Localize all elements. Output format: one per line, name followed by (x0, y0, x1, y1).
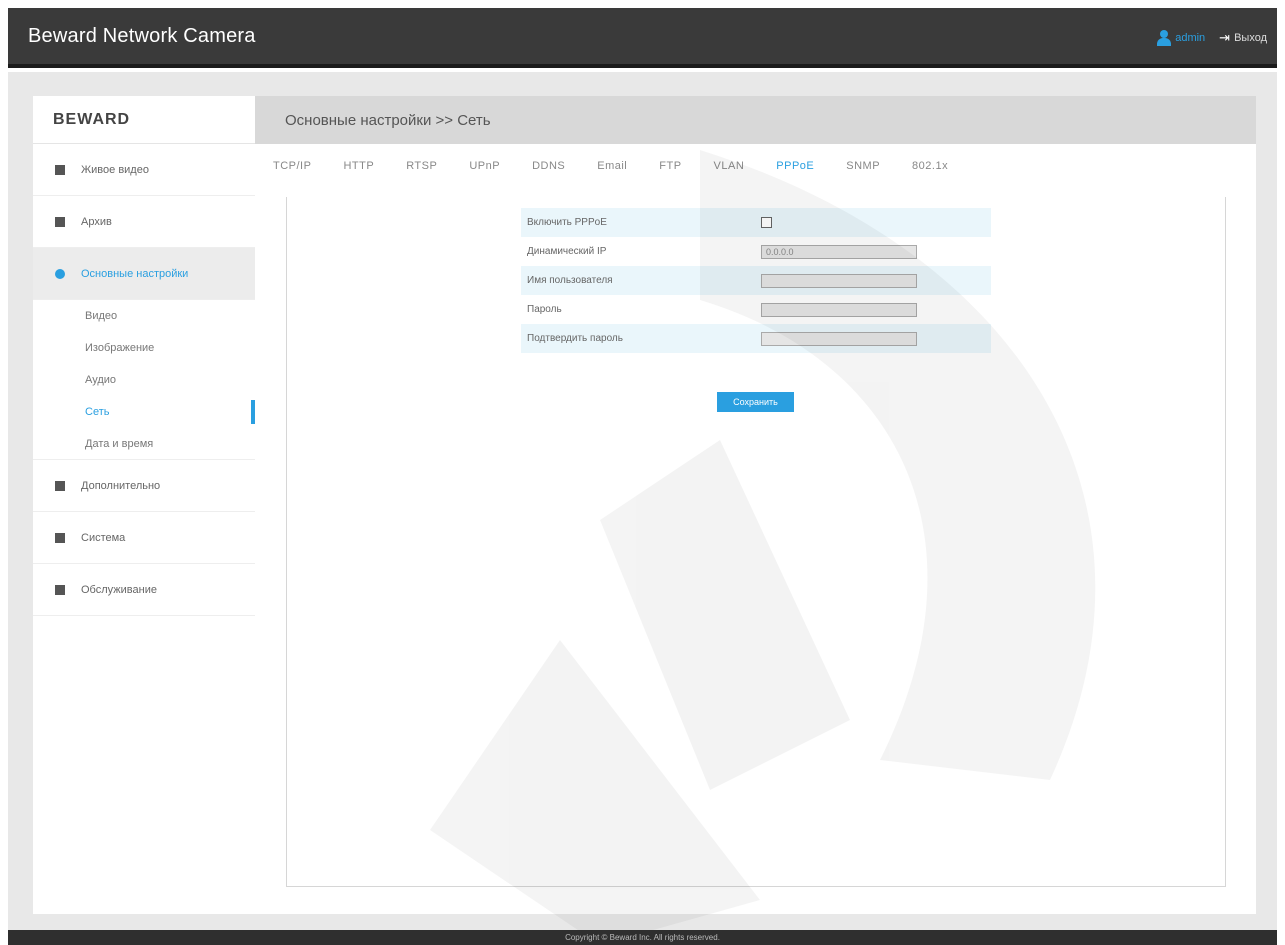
confirm-password-field[interactable] (761, 331, 917, 346)
tab-pppoe[interactable]: PPPoE (776, 160, 814, 172)
save-button[interactable]: Сохранить (717, 392, 794, 412)
brand-logo: BEWARD (33, 96, 255, 144)
tab-8021x[interactable]: 802.1x (912, 160, 948, 172)
form-row-confirm: Подтвердить пароль (521, 324, 991, 353)
camera-icon (55, 164, 65, 175)
footer: Copyright © Beward Inc. All rights reser… (8, 930, 1277, 945)
top-bar: Beward Network Camera admin ⇥ Выход (8, 8, 1277, 68)
user-area: admin ⇥ Выход (1157, 30, 1267, 46)
maintenance-icon (55, 584, 65, 595)
logout-link[interactable]: Выход (1234, 32, 1267, 44)
sidebar-item-label: Обслуживание (81, 583, 157, 596)
dynamic-ip-label: Динамический IP (527, 246, 607, 257)
username-label: Имя пользователя (527, 275, 613, 286)
extra-icon (55, 480, 65, 491)
confirm-password-label: Подтвердить пароль (527, 333, 623, 344)
tab-tcpip[interactable]: TCP/IP (273, 160, 311, 172)
sidebar-item-label: Основные настройки (81, 267, 189, 280)
password-field[interactable] (761, 302, 917, 317)
tab-email[interactable]: Email (597, 160, 627, 172)
breadcrumb: Основные настройки >> Сеть (255, 96, 1256, 144)
sidebar-item-label: Живое видео (81, 163, 149, 176)
sidebar-item-label: Дополнительно (81, 479, 161, 492)
app-title: Beward Network Camera (28, 24, 256, 47)
dynamic-ip-field[interactable] (761, 244, 917, 259)
sidebar-item-archive[interactable]: Архив (33, 196, 255, 248)
form-row-username: Имя пользователя (521, 266, 991, 295)
tab-ddns[interactable]: DDNS (532, 160, 565, 172)
sidebar-subitem-video[interactable]: Видео (33, 300, 255, 332)
user-icon (1157, 30, 1172, 46)
tab-bar: TCP/IP HTTP RTSP UPnP DDNS Email FTP VLA… (255, 144, 1256, 188)
tab-http[interactable]: HTTP (343, 160, 374, 172)
form-row-password: Пароль (521, 295, 991, 324)
sidebar: BEWARD Живое видео Архив Основные настро… (33, 96, 255, 914)
sidebar-subitem-audio[interactable]: Аудио (33, 364, 255, 396)
enable-label: Включить PPPoE (527, 217, 607, 228)
sidebar-item-system[interactable]: Система (33, 512, 255, 564)
tab-upnp[interactable]: UPnP (469, 160, 500, 172)
sidebar-item-live[interactable]: Живое видео (33, 144, 255, 196)
tab-snmp[interactable]: SNMP (846, 160, 880, 172)
sidebar-item-advanced[interactable]: Дополнительно (33, 460, 255, 512)
sidebar-item-label: Архив (81, 215, 112, 228)
user-name[interactable]: admin (1175, 32, 1205, 44)
sidebar-item-label: Система (81, 531, 126, 544)
sidebar-subitem-network[interactable]: Сеть (33, 396, 255, 428)
form-row-enable: Включить PPPoE (521, 208, 991, 237)
archive-icon (55, 216, 65, 227)
sidebar-item-maintenance[interactable]: Обслуживание (33, 564, 255, 616)
pppoe-form: Включить PPPoE Динамический IP Имя польз… (521, 208, 991, 353)
username-field[interactable] (761, 273, 917, 288)
logout-icon[interactable]: ⇥ (1219, 30, 1230, 46)
tab-vlan[interactable]: VLAN (714, 160, 745, 172)
settings-icon (55, 268, 65, 279)
tab-rtsp[interactable]: RTSP (406, 160, 437, 172)
system-icon (55, 532, 65, 543)
enable-pppoe-checkbox[interactable] (761, 217, 772, 228)
sidebar-item-basic-settings[interactable]: Основные настройки (33, 248, 255, 300)
password-label: Пароль (527, 304, 562, 315)
tab-ftp[interactable]: FTP (659, 160, 681, 172)
sidebar-subitem-image[interactable]: Изображение (33, 332, 255, 364)
sidebar-subitem-datetime[interactable]: Дата и время (33, 428, 255, 460)
form-row-dynamic-ip: Динамический IP (521, 237, 991, 266)
